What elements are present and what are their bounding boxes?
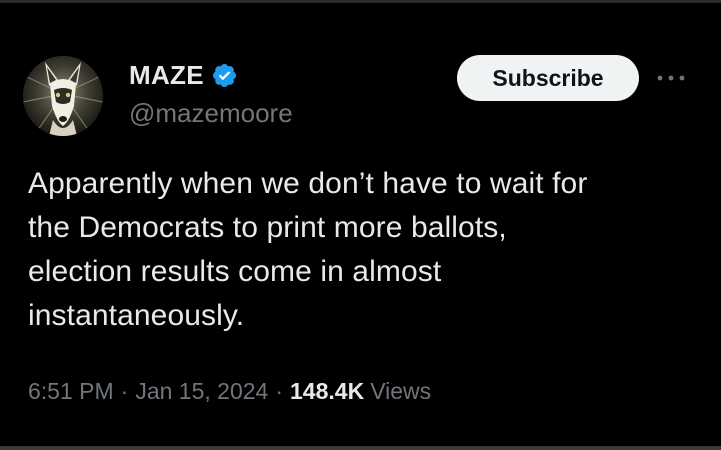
tweet-meta: 6:51 PM · Jan 15, 2024 · 148.4K Views <box>28 378 431 405</box>
tweet-card: MAZE @mazemoore Subscribe Apparently whe… <box>0 0 721 450</box>
author-name-row[interactable]: MAZE <box>129 58 238 92</box>
views-label[interactable]: Views <box>370 378 431 405</box>
meta-separator: · <box>120 378 129 404</box>
tweet-text: Apparently when we don’t have to wait fo… <box>28 167 588 332</box>
verified-badge-icon[interactable] <box>211 62 238 89</box>
top-border <box>0 0 721 3</box>
subscribe-button[interactable]: Subscribe <box>457 55 639 101</box>
dog-avatar-image <box>23 56 103 136</box>
display-name[interactable]: MAZE <box>129 60 204 91</box>
bottom-border <box>0 446 721 450</box>
more-options-button[interactable] <box>651 64 691 92</box>
tweet-date[interactable]: Jan 15, 2024 <box>135 378 268 405</box>
meta-separator: · <box>275 378 284 404</box>
views-count[interactable]: 148.4K <box>290 378 364 405</box>
tweet-time[interactable]: 6:51 PM <box>28 378 114 405</box>
ellipsis-icon <box>657 75 685 81</box>
avatar[interactable] <box>23 56 103 136</box>
author-handle[interactable]: @mazemoore <box>129 98 293 129</box>
